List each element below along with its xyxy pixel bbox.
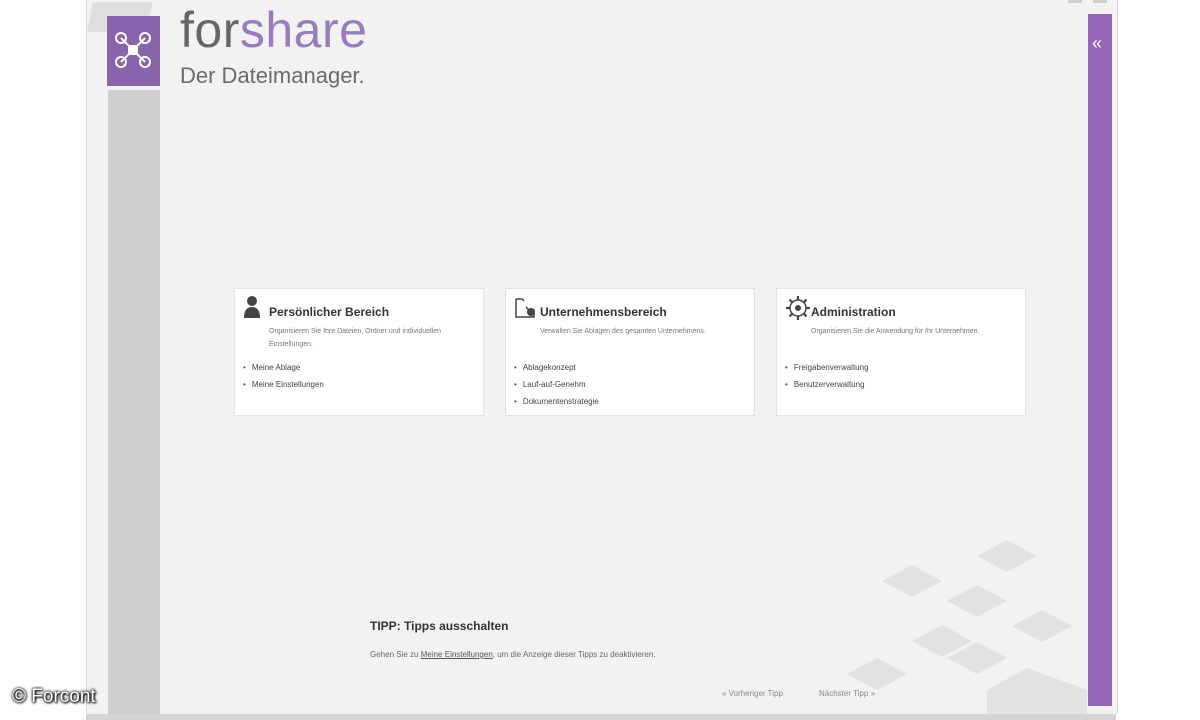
card-link[interactable]: Meine Ablage [243,359,324,376]
window-close-button[interactable] [1093,0,1107,3]
card-link[interactable]: Lauf-auf-Genehm [514,376,599,393]
copyright-watermark: © Forcont [12,686,96,707]
tip-text-after: , um die Anzeige dieser Tipps zu deaktiv… [492,650,656,659]
card-personal-area: Persönlicher Bereich Organisieren Sie Ih… [234,288,484,416]
card-link-list: Ablagekonzept Lauf-auf-Genehm Dokumenten… [514,359,599,410]
brand-name-part2: share [239,2,368,58]
user-icon [243,295,261,324]
brand-tagline: Der Dateimanager. [180,63,365,88]
forshare-logo[interactable] [107,16,160,86]
card-administration: Administration Organisieren Sie die Anwe… [776,288,1026,416]
card-company-area: Unternehmensbereich Verwalten Sie Ablage… [505,288,755,416]
tip-text: Gehen Sie zu Meine Einstellungen, um die… [370,650,656,659]
left-sidebar [108,90,160,714]
brand-name: forshare [180,2,367,58]
previous-tip-link[interactable]: « Vorheriger Tipp [722,689,783,698]
card-description: Organisieren Sie die Anwendung für Ihr U… [811,328,980,335]
card-link[interactable]: Meine Einstellungen [243,376,324,393]
app-window: forshare Der Dateimanager. Persönlicher … [86,0,1118,714]
card-link[interactable]: Freigabenverwaltung [785,359,869,376]
window-minimize-button[interactable] [1068,0,1082,3]
company-files-icon [514,295,540,326]
card-link[interactable]: Ablagekonzept [514,359,599,376]
card-link[interactable]: Dokumentenstrategie [514,393,599,410]
card-title[interactable]: Persönlicher Bereich [269,305,389,319]
card-title[interactable]: Unternehmensbereich [540,305,667,319]
card-title[interactable]: Administration [811,305,896,319]
tip-text-before: Gehen Sie zu [370,650,419,659]
taskbar-strip [86,714,1116,720]
tip-title: TIPP: Tipps ausschalten [370,619,509,633]
card-link-list: Meine Ablage Meine Einstellungen [243,359,324,393]
brand-name-part1: for [180,2,240,58]
double-chevron-left-icon[interactable]: « [1092,34,1102,52]
network-logo-icon [115,32,151,68]
card-link-list: Freigabenverwaltung Benutzerverwaltung [785,359,869,393]
gear-icon [785,295,811,326]
card-link[interactable]: Benutzerverwaltung [785,376,869,393]
card-description: Verwalten Sie Ablagen des gesamten Unter… [540,328,706,335]
card-description: Organisieren Sie Ihre Dateien, Ordner un… [269,328,441,348]
settings-link[interactable]: Meine Einstellungen [421,650,493,659]
diamond-pattern-decoration [847,540,1087,714]
collapsible-side-panel[interactable]: « [1088,14,1112,706]
